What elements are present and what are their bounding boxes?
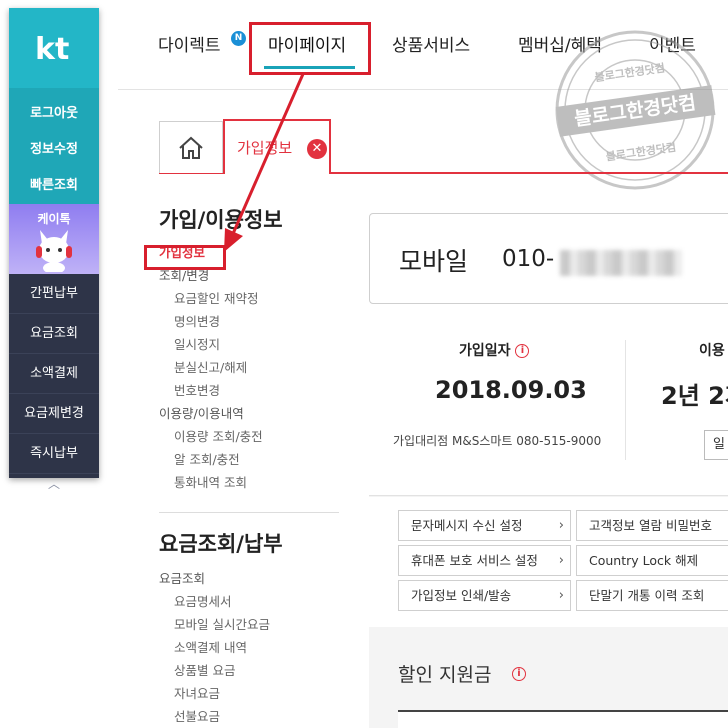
side-menu-list-billing: 요금조회 요금명세서 모바일 실시간요금 소액결제 내역 상품별 요금 자녀요금 선불요금 [159, 567, 339, 728]
sms-receive-setting-button[interactable]: 문자메시지 수신 설정 › [398, 510, 571, 541]
mobile-number: 010- [502, 246, 555, 272]
side-menu-subscription-item[interactable]: 알 조회/충전 [159, 448, 339, 471]
info-icon[interactable]: i [515, 344, 530, 358]
usage-period-label: 이용 [699, 343, 725, 359]
tab-join-info[interactable]: 가입정보 ✕ [223, 119, 331, 173]
mobile-line-card: 모바일 010- [369, 213, 728, 304]
quick-item-instant-pay[interactable]: 즉시납부 [9, 434, 99, 474]
side-menu-list-subscription: 가입정보 조회/변경 요금할인 재약정 명의변경 일시정지 분실신고/해제 번호변경 이용량/… [159, 241, 339, 494]
quick-item-easy-pay[interactable]: 간편납부 [9, 274, 99, 314]
new-badge: N [231, 31, 246, 46]
side-menu-subscription-item[interactable]: 명의변경 [159, 310, 339, 333]
quick-menu-bar: kt 로그아웃 정보수정 빠른조회 케이톡 간편납부 요금조회 소액결제 요금제… [9, 8, 99, 491]
side-menu-subscription-item[interactable]: 통화내역 조회 [159, 471, 339, 494]
side-menu-divider [159, 512, 339, 513]
quick-lookup-link[interactable]: 빠른조회 [9, 168, 99, 204]
side-menu-billing-item[interactable]: 상품별 요금 [159, 659, 339, 682]
device-activation-history-button[interactable]: 단말기 개통 이력 조회 [576, 580, 728, 611]
side-menu-subscription-item[interactable]: 분실신고/해제 [159, 356, 339, 379]
quick-link-button-area: 문자메시지 수신 설정 › 고객정보 열람 비밀번호 휴대폰 보호 서비스 설정… [369, 497, 728, 627]
masked-number-blur [560, 250, 682, 276]
join-date-label: 가입일자 i [459, 340, 530, 360]
side-menu-subscription-item[interactable]: 일시정지 [159, 333, 339, 356]
katalk-chatbot[interactable]: 케이톡 [9, 204, 99, 274]
nav-direct[interactable]: 다이렉트 [158, 28, 221, 64]
svg-text:kt: kt [35, 32, 69, 65]
mobile-label: 모바일 [399, 247, 469, 276]
side-menu-subscription-item[interactable]: 번호변경 [159, 379, 339, 402]
edit-info-link[interactable]: 정보수정 [9, 132, 99, 168]
info-icon[interactable]: i [512, 667, 526, 681]
side-menu-subscription-item[interactable]: 요금할인 재약정 [159, 287, 339, 310]
side-menu-title-subscription: 가입/이용정보 [159, 208, 283, 232]
side-menu-subscription-item[interactable]: 이용량 조회/충전 [159, 425, 339, 448]
print-send-info-button[interactable]: 가입정보 인쇄/발송 › [398, 580, 571, 611]
side-menu-billing-item[interactable]: 요금명세서 [159, 590, 339, 613]
quick-item-plan-change[interactable]: 요금제변경 [9, 394, 99, 434]
chevron-right-icon: › [558, 518, 564, 533]
tab-join-info-label: 가입정보 [237, 139, 293, 157]
highlight-box-join-info [144, 245, 226, 270]
country-lock-release-label: Country Lock 해제 [589, 553, 699, 568]
join-date-label-text: 가입일자 [459, 343, 511, 359]
discount-table [398, 710, 728, 728]
tab-line-gap [225, 171, 329, 175]
chevron-right-icon: › [558, 588, 564, 603]
close-icon[interactable]: ✕ [307, 139, 327, 159]
side-menu-billing-item[interactable]: 선불요금 [159, 705, 339, 728]
quick-item-bill-lookup[interactable]: 요금조회 [9, 314, 99, 354]
home-icon [179, 136, 203, 159]
join-date-value: 2018.09.03 [435, 376, 587, 404]
highlight-box-mypage [249, 22, 371, 75]
blog-watermark-stamp: 블로그한경닷컴 블로그한경닷컴 블로그한경닷컴 [555, 30, 716, 190]
info-divider [625, 340, 626, 460]
customer-info-password-button[interactable]: 고객정보 열람 비밀번호 [576, 510, 728, 541]
print-send-info-label: 가입정보 인쇄/발송 [411, 588, 512, 603]
nav-products-services[interactable]: 상품서비스 [392, 28, 470, 64]
side-menu-subscription-item[interactable]: 이용량/이용내역 [159, 402, 339, 425]
chatbot-cat-icon [36, 230, 72, 272]
katalk-label: 케이톡 [37, 212, 71, 226]
device-activation-history-label: 단말기 개통 이력 조회 [589, 588, 705, 603]
phone-protection-setting-label: 휴대폰 보호 서비스 설정 [411, 553, 538, 568]
subscription-info-card: 가입일자 i 2018.09.03 가입대리점 M&S스마트 080-515-9… [369, 304, 728, 496]
kt-logo[interactable]: kt [9, 8, 99, 88]
side-menu-billing-item[interactable]: 모바일 실시간요금 [159, 613, 339, 636]
side-menu-billing-item[interactable]: 소액결제 내역 [159, 636, 339, 659]
discount-subsidy-title: 할인 지원금 [398, 664, 492, 686]
usage-period-value: 2년 2개 [661, 382, 728, 410]
side-menu-title-billing: 요금조회/납부 [159, 532, 283, 556]
logout-link[interactable]: 로그아웃 [9, 96, 99, 132]
tab-home[interactable] [159, 121, 223, 173]
svg-text:블로그한경닷컴: 블로그한경닷컴 [594, 61, 666, 85]
side-menu-billing-item[interactable]: 요금조회 [159, 567, 339, 590]
usage-detail-button[interactable]: 일 [704, 430, 728, 460]
chevron-up-icon[interactable]: ︿ [9, 474, 99, 498]
side-menu: 가입/이용정보 가입정보 조회/변경 요금할인 재약정 명의변경 일시정지 분실신고/해제… [159, 205, 339, 728]
customer-info-password-label: 고객정보 열람 비밀번호 [589, 518, 712, 533]
side-menu-billing-item[interactable]: 자녀요금 [159, 682, 339, 705]
phone-protection-setting-button[interactable]: 휴대폰 보호 서비스 설정 › [398, 545, 571, 576]
country-lock-release-button[interactable]: Country Lock 해제 [576, 545, 728, 576]
sms-receive-setting-label: 문자메시지 수신 설정 [411, 518, 523, 533]
agency-info: 가입대리점 M&S스마트 080-515-9000 [393, 434, 602, 448]
chevron-right-icon: › [558, 553, 564, 568]
kt-logo-icon: kt [35, 32, 69, 65]
quick-item-micropayment[interactable]: 소액결제 [9, 354, 99, 394]
